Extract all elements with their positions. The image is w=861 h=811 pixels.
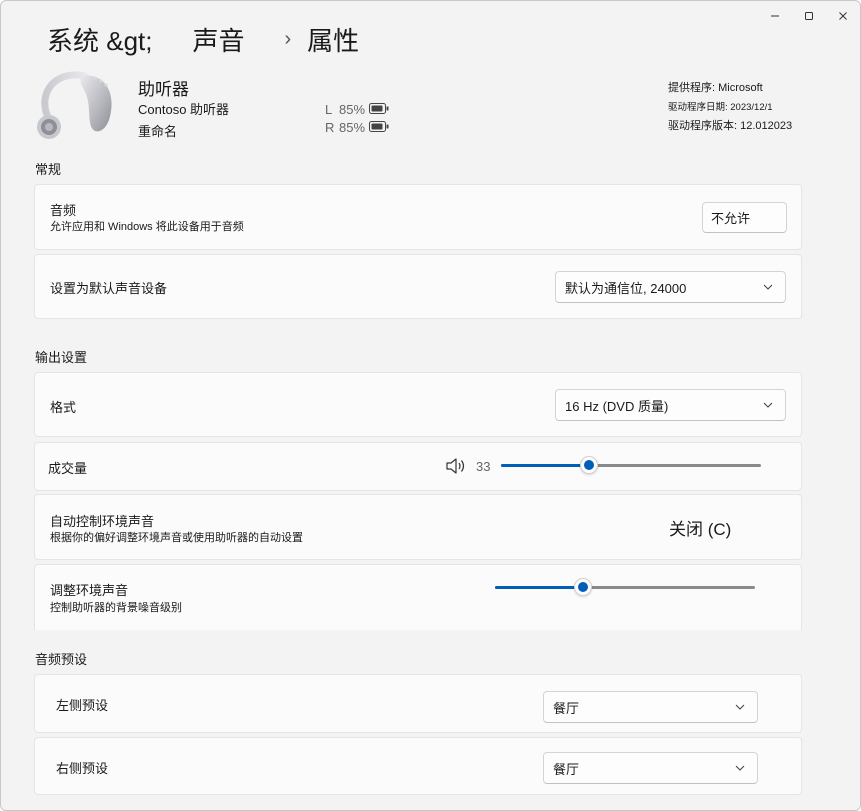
ambient-adjust-card: 调整环境声音 控制助听器的背景噪音级别	[34, 564, 802, 630]
battery-right-percent: 85%	[339, 120, 366, 135]
ambient-slider-fill	[495, 586, 584, 589]
close-button[interactable]	[826, 1, 860, 31]
chevron-down-icon	[763, 284, 773, 290]
format-select[interactable]: 16 Hz (DVD 质量)	[555, 389, 786, 421]
driver-date: 驱动程序日期: 2023/12/1	[668, 102, 773, 113]
chevron-down-icon	[735, 765, 745, 771]
format-value: 16 Hz (DVD 质量)	[565, 398, 669, 414]
breadcrumb-system[interactable]: 系统 &gt;	[47, 21, 152, 58]
battery-icon	[369, 120, 389, 135]
ambient-slider-thumb[interactable]	[574, 578, 593, 596]
maximize-icon	[805, 12, 813, 20]
hearing-aid-image	[35, 71, 115, 143]
left-preset-value: 餐厅	[553, 700, 580, 716]
default-device-value: 默认为通信位, 24000	[565, 280, 687, 296]
disallow-button[interactable]: 不允许	[702, 202, 787, 233]
audio-card: 音频 允许应用和 Windows 将此设备用于音频 不允许	[34, 184, 802, 250]
volume-slider-thumb[interactable]	[580, 456, 599, 474]
ambient-auto-card: 自动控制环境声音 根据你的偏好调整环境声音或使用助听器的自动设置 关闭 (C)	[34, 494, 802, 560]
device-name: 助听器	[138, 80, 189, 99]
left-preset-title: 左侧预设	[56, 698, 109, 713]
ambient-auto-toggle[interactable]: 关闭 (C)	[669, 515, 731, 540]
battery-icon	[369, 102, 389, 117]
breadcrumb: 系统 &gt; 声音 › 属性	[47, 21, 359, 58]
battery-left: L 85%	[325, 102, 389, 117]
right-preset-card: 右侧预设 餐厅	[34, 737, 802, 795]
volume-slider-fill	[501, 464, 590, 467]
driver-provider: 提供程序: Microsoft	[668, 82, 763, 94]
ambient-adjust-description: 控制助听器的背景噪音级别	[50, 602, 182, 614]
breadcrumb-sound[interactable]: 声音	[192, 21, 244, 58]
format-card: 格式 16 Hz (DVD 质量)	[34, 372, 802, 437]
ambient-slider[interactable]	[495, 577, 755, 597]
volume-title: 成交量	[48, 461, 88, 476]
driver-version: 驱动程序版本: 12.012023	[668, 120, 793, 132]
page-title: 属性	[307, 26, 360, 56]
battery-right: R 85%	[325, 120, 389, 135]
section-presets: 音频预设	[35, 652, 88, 667]
right-preset-value: 餐厅	[553, 761, 580, 777]
titlebar-controls	[758, 1, 860, 31]
right-preset-title: 右侧预设	[56, 761, 109, 776]
close-icon	[839, 12, 847, 20]
left-preset-select[interactable]: 餐厅	[543, 691, 758, 723]
battery-left-percent: 85%	[339, 102, 366, 117]
maximize-button[interactable]	[792, 1, 826, 31]
breadcrumb-separator: ›	[284, 28, 292, 50]
ambient-auto-description: 根据你的偏好调整环境声音或使用助听器的自动设置	[50, 532, 303, 544]
chevron-down-icon	[763, 402, 773, 408]
right-preset-select[interactable]: 餐厅	[543, 752, 758, 784]
battery-left-side: L	[325, 102, 333, 117]
device-model: Contoso 助听器	[138, 102, 230, 117]
chevron-down-icon	[735, 704, 745, 710]
rename-link[interactable]: 重命名	[138, 121, 177, 140]
default-device-card: 设置为默认声音设备 默认为通信位, 24000	[34, 254, 802, 319]
driver-info: 提供程序: Microsoft 驱动程序日期: 2023/12/1 驱动程序版本…	[668, 79, 792, 136]
default-device-title: 设置为默认声音设备	[50, 281, 168, 296]
default-device-select[interactable]: 默认为通信位, 24000	[555, 271, 786, 303]
minimize-icon	[771, 15, 779, 17]
speaker-icon[interactable]	[445, 457, 467, 475]
left-preset-card: 左侧预设 餐厅	[34, 674, 802, 733]
ambient-auto-title: 自动控制环境声音	[50, 514, 155, 529]
ambient-adjust-title: 调整环境声音	[50, 583, 129, 598]
format-title: 格式	[50, 400, 77, 415]
battery-right-side: R	[325, 120, 335, 135]
audio-description: 允许应用和 Windows 将此设备用于音频	[50, 221, 244, 233]
volume-card: 成交量 33	[34, 442, 802, 491]
minimize-button[interactable]	[758, 1, 792, 31]
section-output: 输出设置	[35, 350, 88, 365]
audio-title: 音频	[50, 203, 77, 218]
volume-value: 33	[476, 459, 491, 474]
volume-slider[interactable]	[501, 455, 761, 475]
settings-window: 系统 &gt; 声音 › 属性 助听器 Contoso 助听器 重命名 L 85…	[0, 0, 861, 811]
section-general: 常规	[35, 162, 62, 177]
